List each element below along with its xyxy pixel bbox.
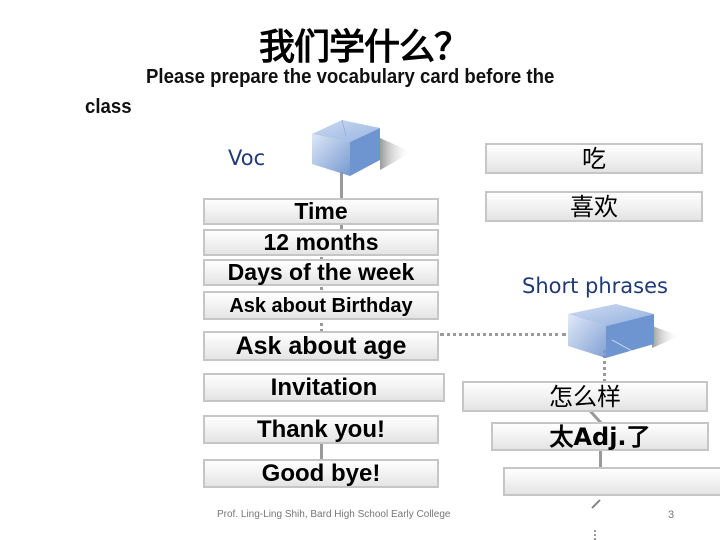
vocab-item-chi: 吃 bbox=[485, 143, 703, 174]
vocab-item-good-bye: Good bye! bbox=[203, 459, 439, 488]
vocab-item-ask-age: Ask about age bbox=[203, 331, 439, 361]
vocab-item-ask-birthday: Ask about Birthday bbox=[203, 291, 439, 320]
vocab-item-thank-you: Thank you! bbox=[203, 415, 439, 444]
connector-line bbox=[594, 530, 596, 540]
page-number: 3 bbox=[668, 509, 675, 521]
vocab-item-12-months: 12 months bbox=[203, 229, 439, 256]
pen-mark-icon bbox=[591, 499, 601, 509]
phrase-item-zenmeyang: 怎么样 bbox=[462, 381, 708, 412]
vocab-item-days-of-week: Days of the week bbox=[203, 259, 439, 286]
footer-credit: Prof. Ling-Ling Shih, Bard High School E… bbox=[217, 509, 451, 520]
vocab-item-invitation: Invitation bbox=[203, 373, 445, 402]
cube-icon bbox=[568, 304, 680, 358]
short-phrases-node-label: Short phrases bbox=[522, 274, 668, 298]
slide-subtitle: Please prepare the vocabulary card befor… bbox=[146, 66, 555, 88]
vocab-item-time: Time bbox=[203, 198, 439, 225]
connector-line bbox=[440, 333, 566, 336]
phrase-item-empty bbox=[503, 467, 720, 496]
slide-subtitle-continued: class bbox=[85, 96, 132, 118]
voc-node-label: Voc bbox=[228, 146, 266, 170]
vocab-item-xihuan: 喜欢 bbox=[485, 191, 703, 222]
slide-title: 我们学什么？ bbox=[258, 27, 470, 68]
phrase-item-tai-adj-le: 太Adj.了 bbox=[491, 422, 709, 451]
cube-icon bbox=[312, 119, 412, 176]
